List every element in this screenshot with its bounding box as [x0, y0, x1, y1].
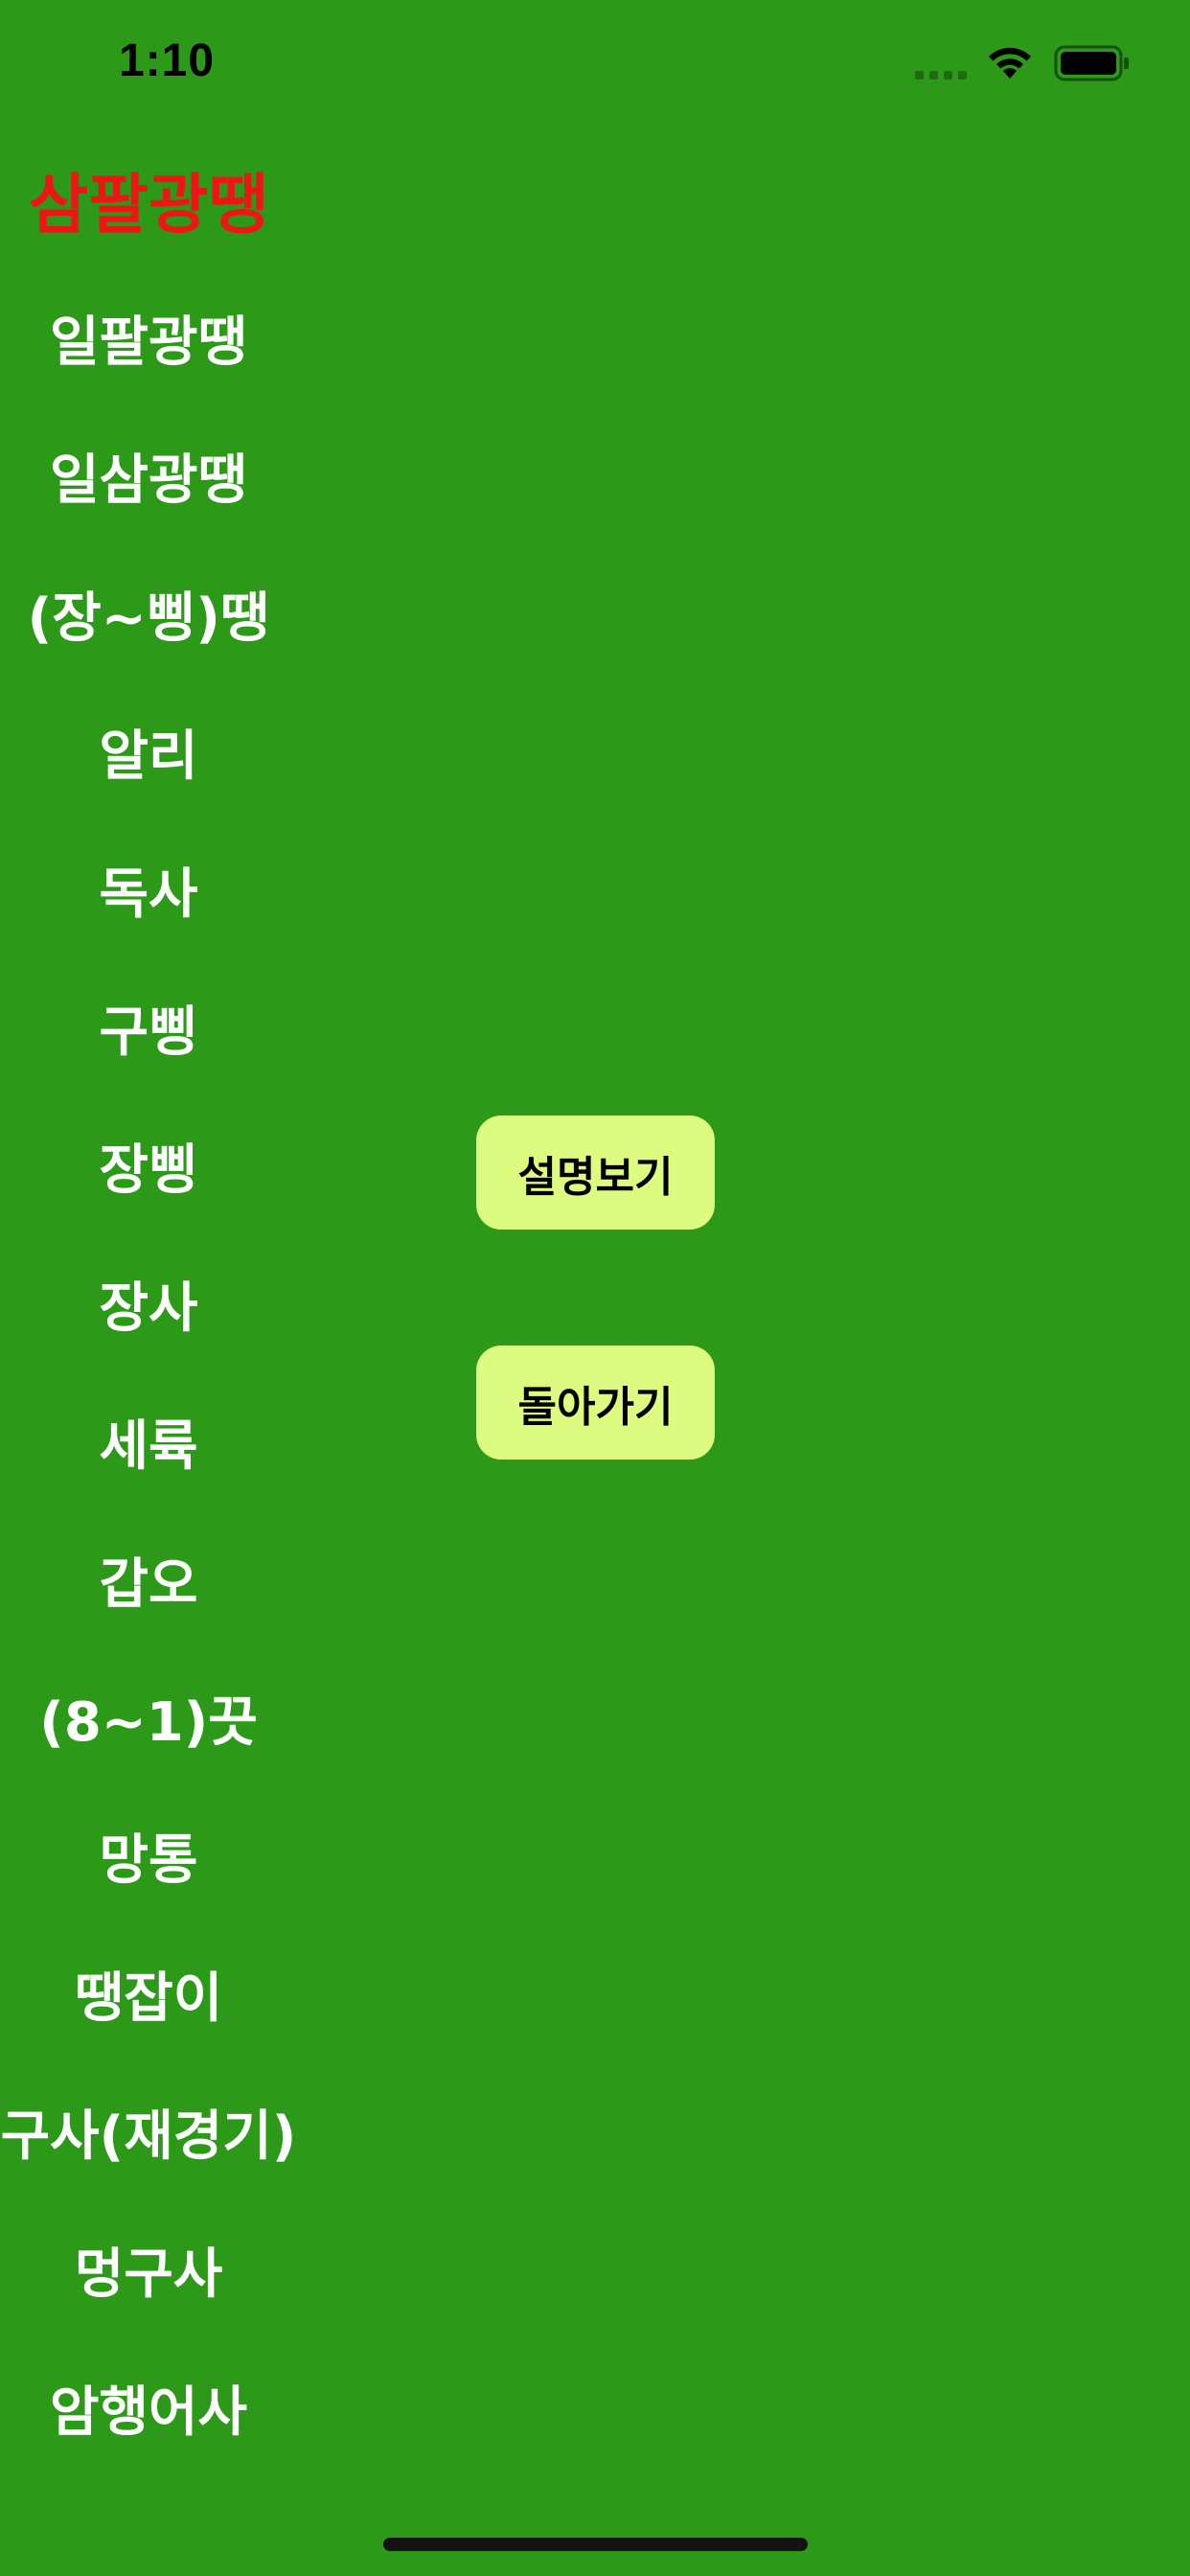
- hand-item-6: 구삥: [99, 1001, 198, 1064]
- battery-icon: [1054, 45, 1129, 81]
- hand-list-title: 삼팔광땡: [28, 168, 269, 243]
- hand-item-16: 암행어사: [49, 2381, 248, 2444]
- hand-item-5: 독사: [99, 863, 198, 926]
- hand-item-8: 장사: [99, 1277, 198, 1340]
- hand-item-12: 망통: [99, 1829, 198, 1892]
- hand-item-3: (장~삥)땡: [27, 587, 270, 650]
- hand-item-1: 일팔광땡: [49, 311, 248, 374]
- hand-ranking-list: 삼팔광땡 일팔광땡 일삼광땡 (장~삥)땡 알리 독사 구삥 장삥 장사 세륙 …: [0, 0, 297, 2576]
- hand-item-11: (8~1)끗: [39, 1691, 258, 1754]
- hand-item-14: 구사(재경기): [0, 2105, 297, 2168]
- hand-item-13: 땡잡이: [74, 1967, 223, 2030]
- hand-item-9: 세륙: [99, 1415, 198, 1478]
- wifi-icon: [989, 47, 1031, 79]
- show-description-button[interactable]: 설명보기: [476, 1116, 715, 1230]
- home-indicator[interactable]: [383, 2538, 808, 2551]
- hand-item-15: 멍구사: [74, 2243, 223, 2306]
- hand-item-2: 일삼광땡: [49, 449, 248, 512]
- hand-item-4: 알리: [99, 725, 198, 788]
- cellular-signal-icon: [915, 71, 967, 80]
- go-back-button[interactable]: 돌아가기: [476, 1346, 715, 1460]
- hand-item-10: 갑오: [99, 1553, 198, 1616]
- hand-item-7: 장삥: [99, 1139, 198, 1202]
